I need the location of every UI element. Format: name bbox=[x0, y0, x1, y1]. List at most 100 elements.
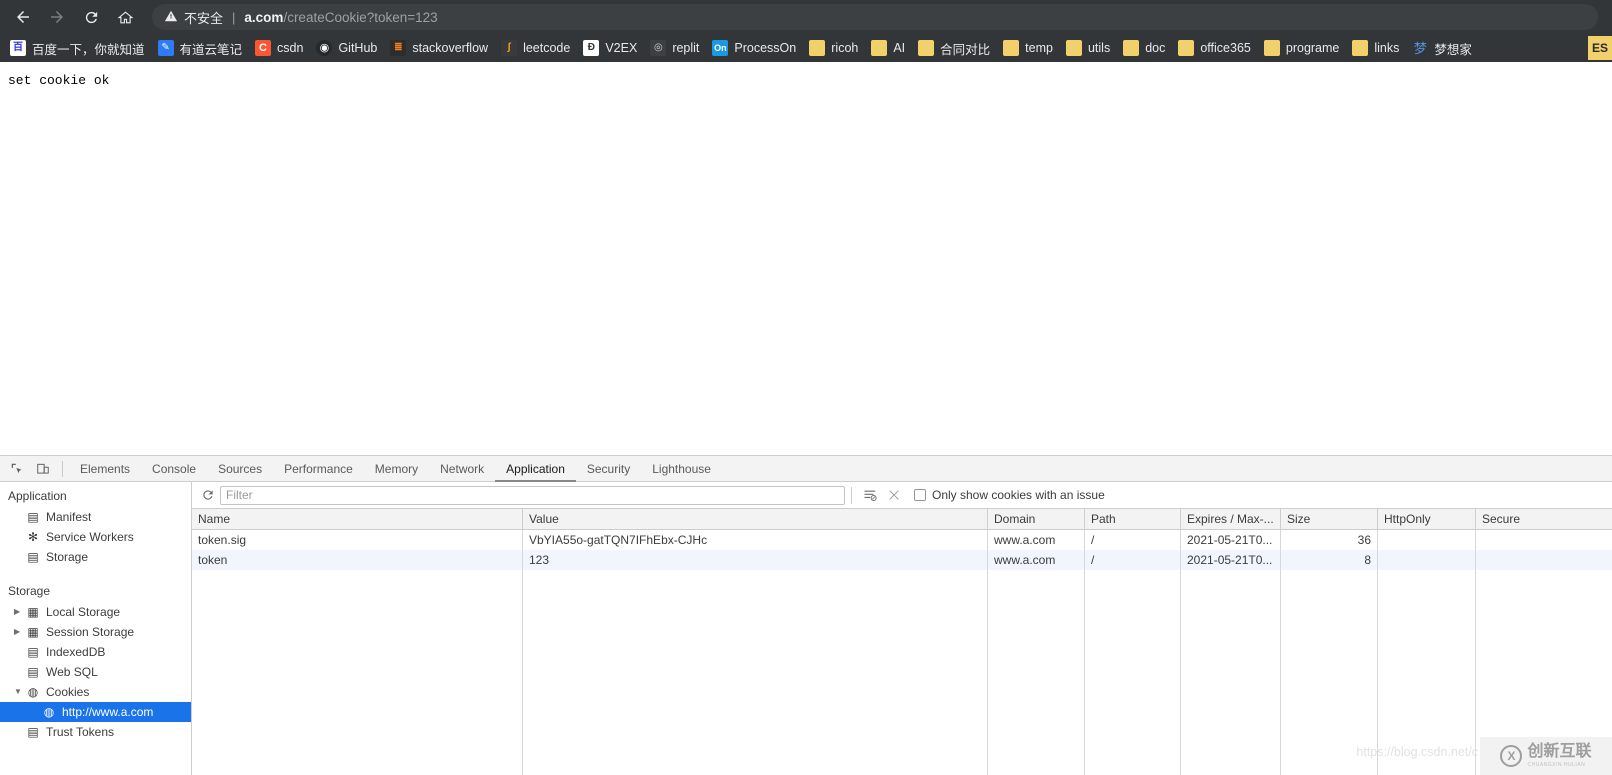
processon-icon: On bbox=[712, 40, 728, 56]
chevron-right-icon[interactable]: ▶ bbox=[14, 608, 25, 616]
chevron-down-icon[interactable]: ▼ bbox=[14, 688, 25, 696]
bookmark-item[interactable]: ✎有道云笔记 bbox=[154, 37, 250, 59]
column-header-name[interactable]: Name bbox=[192, 509, 523, 529]
tab-memory[interactable]: Memory bbox=[364, 456, 429, 482]
bookmark-item[interactable]: utils bbox=[1062, 37, 1117, 59]
tab-network[interactable]: Network bbox=[429, 456, 495, 482]
cell-domain[interactable]: www.a.com bbox=[988, 550, 1085, 570]
table-row[interactable]: token123www.a.com/2021-05-21T0...8 bbox=[192, 550, 1612, 570]
only-issues-checkbox[interactable]: Only show cookies with an issue bbox=[914, 488, 1105, 502]
cookies-toolbar: Only show cookies with an issue bbox=[192, 482, 1612, 509]
sidebar-item-label: Storage bbox=[46, 550, 88, 564]
overflow-badge[interactable]: ES bbox=[1588, 36, 1612, 60]
column-header-size[interactable]: Size bbox=[1281, 509, 1378, 529]
database-icon: ▤ bbox=[25, 665, 41, 679]
bookmark-item[interactable]: doc bbox=[1119, 37, 1172, 59]
chevron-right-icon[interactable]: ▶ bbox=[14, 628, 25, 636]
sidebar-item-trust-tokens[interactable]: ▤Trust Tokens bbox=[0, 722, 191, 742]
back-button[interactable] bbox=[8, 2, 38, 32]
cell-value[interactable]: 123 bbox=[523, 550, 988, 570]
checkbox-box[interactable] bbox=[914, 489, 926, 501]
tab-sources[interactable]: Sources bbox=[207, 456, 273, 482]
sidebar-item-indexeddb[interactable]: ▤IndexedDB bbox=[0, 642, 191, 662]
cell-size[interactable]: 36 bbox=[1281, 530, 1378, 550]
csdn-icon: C bbox=[255, 40, 271, 56]
forward-button[interactable] bbox=[42, 2, 72, 32]
bookmark-item[interactable]: programe bbox=[1260, 37, 1347, 59]
column-header-value[interactable]: Value bbox=[523, 509, 988, 529]
home-button[interactable] bbox=[110, 2, 140, 32]
table-row[interactable]: token.sigVbYIA55o-gatTQN7IFhEbx-CJHcwww.… bbox=[192, 530, 1612, 550]
bookmark-item[interactable]: ʃleetcode bbox=[497, 37, 577, 59]
page-viewport: set cookie ok bbox=[0, 62, 1612, 455]
sidebar-item-cookies[interactable]: ▼◍Cookies bbox=[0, 682, 191, 702]
bookmark-item[interactable]: ≣stackoverflow bbox=[386, 37, 495, 59]
folder-icon bbox=[918, 40, 934, 56]
bookmark-item[interactable]: links bbox=[1348, 37, 1406, 59]
sidebar-item-session-storage[interactable]: ▶▦Session Storage bbox=[0, 622, 191, 642]
cell-name[interactable]: token bbox=[192, 550, 523, 570]
bookmark-item[interactable]: 合同对比 bbox=[914, 37, 997, 59]
inspect-element-icon[interactable] bbox=[4, 457, 30, 481]
cell-domain[interactable]: www.a.com bbox=[988, 530, 1085, 550]
sidebar-item-http-www-a-com[interactable]: ◍http://www.a.com bbox=[0, 702, 191, 722]
bookmark-label: temp bbox=[1025, 41, 1053, 55]
bookmark-item[interactable]: office365 bbox=[1174, 37, 1258, 59]
cell-httponly[interactable] bbox=[1378, 550, 1476, 570]
bookmark-item[interactable]: ÐV2EX bbox=[579, 37, 644, 59]
column-header-domain[interactable]: Domain bbox=[988, 509, 1085, 529]
column-header-path[interactable]: Path bbox=[1085, 509, 1181, 529]
tab-lighthouse[interactable]: Lighthouse bbox=[641, 456, 722, 482]
toolbar-separator bbox=[62, 461, 63, 477]
column-header-httponly[interactable]: HttpOnly bbox=[1378, 509, 1476, 529]
filler-cell-expires bbox=[1181, 570, 1281, 775]
bookmark-item[interactable]: ricoh bbox=[805, 37, 865, 59]
bookmark-label: stackoverflow bbox=[412, 41, 488, 55]
cell-path[interactable]: / bbox=[1085, 530, 1181, 550]
bookmark-item[interactable]: ◉GitHub bbox=[312, 37, 384, 59]
security-indicator[interactable]: 不安全 bbox=[164, 8, 223, 27]
refresh-icon[interactable] bbox=[196, 484, 220, 506]
filter-input[interactable] bbox=[220, 486, 845, 505]
column-header-expires[interactable]: Expires / Max-... bbox=[1181, 509, 1281, 529]
sidebar-item-manifest[interactable]: ▤Manifest bbox=[0, 507, 191, 527]
youdao-icon: ✎ bbox=[158, 40, 174, 56]
cell-value[interactable]: VbYIA55o-gatTQN7IFhEbx-CJHc bbox=[523, 530, 988, 550]
table-rows: token.sigVbYIA55o-gatTQN7IFhEbx-CJHcwww.… bbox=[192, 530, 1612, 570]
clear-all-icon[interactable] bbox=[882, 484, 906, 506]
bookmark-label: V2EX bbox=[605, 41, 637, 55]
tab-security[interactable]: Security bbox=[576, 456, 641, 482]
cell-path[interactable]: / bbox=[1085, 550, 1181, 570]
address-bar[interactable]: 不安全 | a.com/createCookie?token=123 bbox=[152, 4, 1598, 30]
sidebar-item-web-sql[interactable]: ▤Web SQL bbox=[0, 662, 191, 682]
tab-elements[interactable]: Elements bbox=[69, 456, 141, 482]
bookmark-item[interactable]: AI bbox=[867, 37, 912, 59]
bookmark-item[interactable]: 百百度一下，你就知道 bbox=[6, 37, 152, 59]
bookmark-item[interactable]: 梦梦想家 bbox=[1408, 37, 1479, 59]
device-toolbar-icon[interactable] bbox=[30, 457, 56, 481]
tab-application[interactable]: Application bbox=[495, 456, 576, 482]
tab-console[interactable]: Console bbox=[141, 456, 207, 482]
cell-secure[interactable] bbox=[1476, 530, 1612, 550]
baidu-icon: 百 bbox=[10, 40, 26, 56]
cookie-icon: ◍ bbox=[41, 705, 57, 719]
cell-httponly[interactable] bbox=[1378, 530, 1476, 550]
cell-size[interactable]: 8 bbox=[1281, 550, 1378, 570]
column-header-secure[interactable]: Secure bbox=[1476, 509, 1612, 529]
reload-button[interactable] bbox=[76, 2, 106, 32]
sidebar-item-service-workers[interactable]: ✻Service Workers bbox=[0, 527, 191, 547]
cell-secure[interactable] bbox=[1476, 550, 1612, 570]
application-sidebar: Application▤Manifest✻Service Workers▤Sto… bbox=[0, 482, 192, 775]
cell-expires[interactable]: 2021-05-21T0... bbox=[1181, 530, 1281, 550]
cell-name[interactable]: token.sig bbox=[192, 530, 523, 550]
bookmark-item[interactable]: Ccsdn bbox=[251, 37, 310, 59]
bookmark-item[interactable]: OnProcessOn bbox=[708, 37, 803, 59]
filter-settings-icon[interactable] bbox=[858, 484, 882, 506]
sidebar-item-storage[interactable]: ▤Storage bbox=[0, 547, 191, 567]
tab-performance[interactable]: Performance bbox=[273, 456, 364, 482]
cell-expires[interactable]: 2021-05-21T0... bbox=[1181, 550, 1281, 570]
sidebar-item-local-storage[interactable]: ▶▦Local Storage bbox=[0, 602, 191, 622]
bookmark-item[interactable]: ◎replit bbox=[646, 37, 706, 59]
bookmark-label: leetcode bbox=[523, 41, 570, 55]
bookmark-item[interactable]: temp bbox=[999, 37, 1060, 59]
